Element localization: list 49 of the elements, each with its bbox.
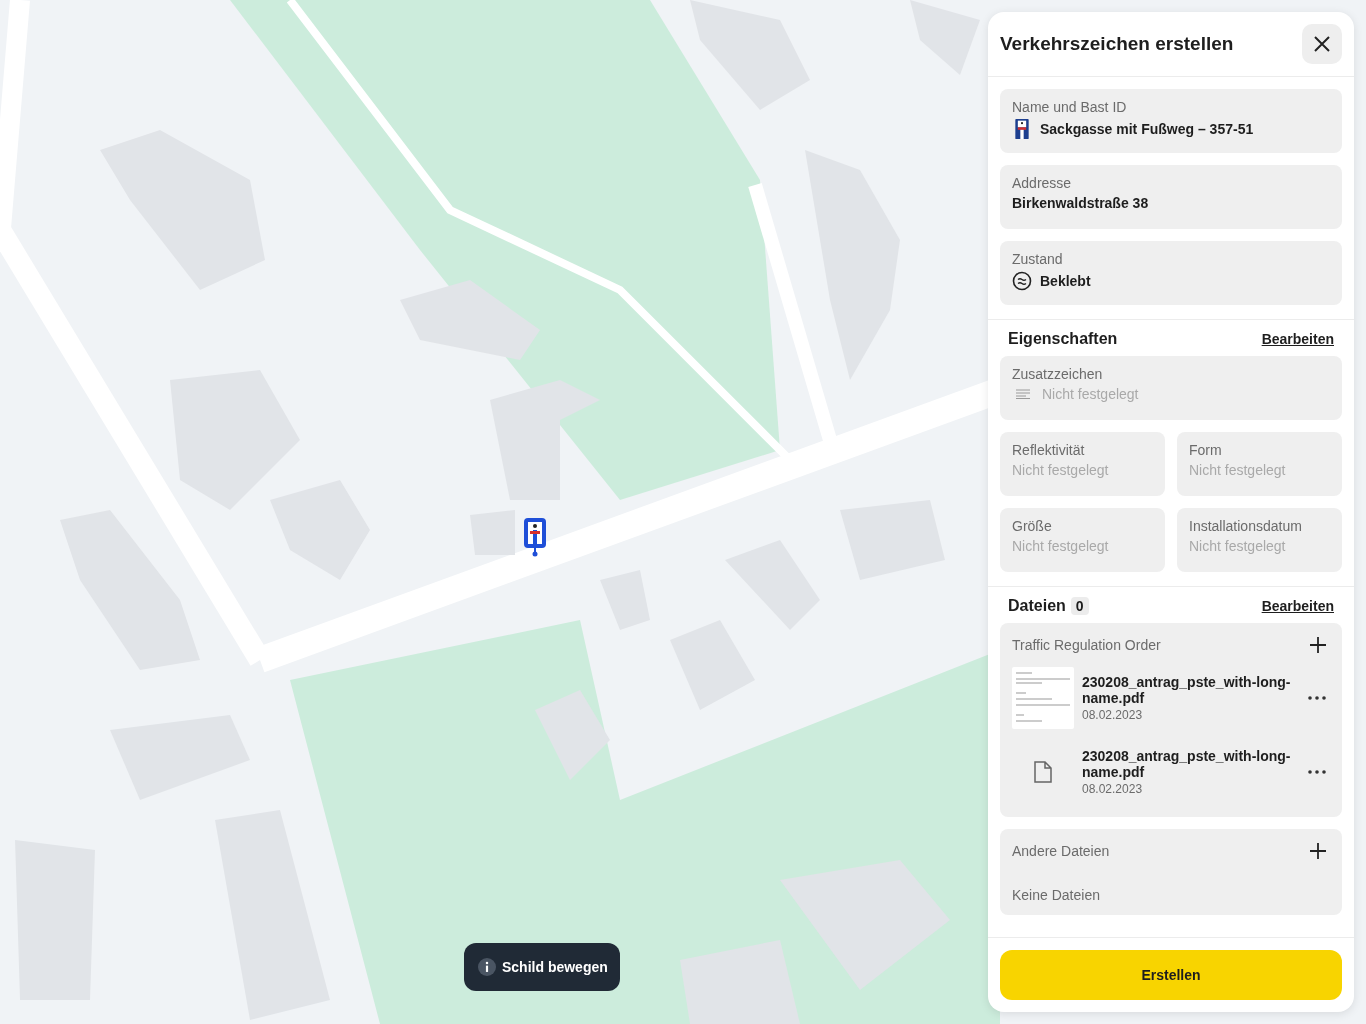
field-value: Sackgasse mit Fußweg – 357-51 — [1040, 121, 1254, 137]
field-card[interactable]: Zustand Beklebt — [1000, 241, 1342, 305]
property-label: Reflektivität — [1012, 442, 1086, 458]
file-date: 08.02.2023 — [1082, 782, 1144, 796]
property-value: Nicht festgelegt — [1189, 462, 1286, 478]
property-card[interactable]: Form Nicht festgelegt — [1177, 432, 1342, 496]
sign-icon — [1012, 119, 1032, 139]
property-value: Nicht festgelegt — [1042, 386, 1139, 402]
property-card[interactable]: Größe Nicht festgelegt — [1000, 508, 1165, 572]
property-card[interactable]: Reflektivität Nicht festgelegt — [1000, 432, 1165, 496]
field-label: Name und Bast ID — [1012, 99, 1128, 115]
count-badge: 0 — [1070, 597, 1089, 615]
property-label: Form — [1189, 442, 1223, 458]
field-card[interactable]: Addresse Birkenwaldstraße 38 — [1000, 165, 1342, 229]
file-icon — [1034, 761, 1052, 783]
section-heading: Eigenschaften — [1008, 330, 1118, 348]
toast-text: Schild bewegen — [502, 959, 608, 975]
property-value: Nicht festgelegt — [1189, 538, 1286, 554]
property-label: Größe — [1012, 518, 1053, 534]
file-date: 08.02.2023 — [1082, 708, 1144, 722]
status-face-icon — [1012, 271, 1032, 291]
sign-marker-icon[interactable] — [523, 517, 547, 557]
property-label: Installationsdatum — [1189, 518, 1303, 534]
close-button[interactable] — [1302, 24, 1342, 64]
info-icon — [478, 958, 496, 976]
section-heading: Dateien — [1008, 597, 1066, 615]
property-value: Nicht festgelegt — [1012, 538, 1109, 554]
document-thumbnail — [1012, 667, 1074, 729]
empty-text: Keine Dateien — [1012, 887, 1101, 903]
group-title: Traffic Regulation Order — [1012, 637, 1161, 653]
property-card[interactable]: Zusatzzeichen Nicht festgelegt — [1000, 356, 1342, 420]
property-label: Zusatzzeichen — [1012, 366, 1104, 382]
move-sign-toast[interactable]: Schild bewegen — [464, 943, 620, 991]
text-lines-icon — [1016, 389, 1030, 399]
field-label: Zustand — [1012, 251, 1064, 267]
field-label: Addresse — [1012, 175, 1073, 191]
edit-link[interactable]: Bearbeiten — [1261, 331, 1334, 347]
group-title: Andere Dateien — [1012, 843, 1110, 859]
field-value: Birkenwaldstraße 38 — [1012, 195, 1149, 211]
property-card[interactable]: Installationsdatum Nicht festgelegt — [1177, 508, 1342, 572]
property-value: Nicht festgelegt — [1012, 462, 1109, 478]
edit-link[interactable]: Bearbeiten — [1261, 598, 1334, 614]
field-value: Beklebt — [1040, 273, 1091, 289]
panel-title: Verkehrszeichen erstellen — [1000, 33, 1234, 55]
file-name: 230208_antrag_pste_with-long-name.pdf — [1082, 674, 1292, 706]
field-card[interactable]: Name und Bast ID Sackgasse mit Fußweg – 357-51 — [1000, 89, 1342, 153]
file-name: 230208_antrag_pste_with-long-name.pdf — [1082, 748, 1292, 780]
create-button[interactable]: Erstellen — [1000, 950, 1342, 1000]
close-icon[interactable] — [1312, 34, 1332, 54]
